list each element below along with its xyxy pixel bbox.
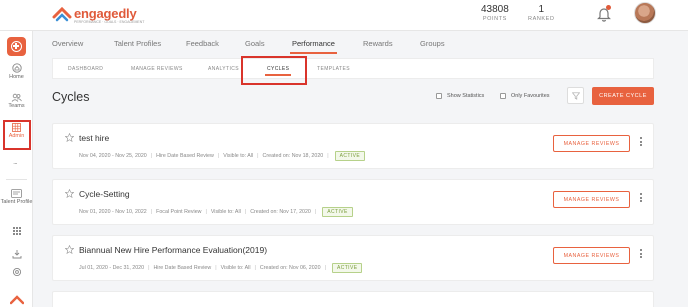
user-avatar[interactable]: [634, 2, 656, 24]
teams-icon: [11, 93, 22, 102]
engagedly-logo-icon: [52, 6, 72, 22]
brand-logo[interactable]: engagedly PERFORMANCE · GOALS · ENGAGEME…: [52, 4, 144, 24]
points-value: 43808: [481, 4, 509, 15]
tab-feedback[interactable]: Feedback: [186, 39, 219, 48]
subtab-dashboard[interactable]: DASHBOARD: [68, 66, 103, 72]
cycle-created: Created on: Nov 18, 2020: [262, 153, 324, 159]
home-icon: [11, 63, 22, 73]
manage-reviews-button[interactable]: MANAGE REVIEWS: [553, 247, 630, 264]
performance-subnav: DASHBOARD MANAGE REVIEWS ANALYTICS CYCLE…: [52, 58, 654, 79]
cycle-card: Biannual New Hire Performance Evaluation…: [52, 235, 654, 281]
checkbox-box[interactable]: [436, 93, 442, 99]
tab-performance[interactable]: Performance: [290, 39, 337, 54]
top-bar: engagedly PERFORMANCE · GOALS · ENGAGEME…: [0, 0, 688, 31]
only-favourites-label: Only Favourites: [511, 93, 550, 99]
brand-tagline: PERFORMANCE · GOALS · ENGAGEMENT: [74, 20, 145, 24]
status-badge: ACTIVE: [331, 263, 363, 273]
manage-reviews-button[interactable]: MANAGE REVIEWS: [553, 135, 630, 152]
create-cycle-button[interactable]: CREATE CYCLE: [592, 87, 654, 105]
tab-goals[interactable]: Goals: [245, 39, 265, 48]
sidebar-item-grid[interactable]: [0, 227, 33, 235]
points-stat[interactable]: 43808 POINTS: [481, 4, 509, 22]
cycle-name[interactable]: Biannual New Hire Performance Evaluation…: [79, 245, 267, 255]
admin-highlight-box: [3, 120, 31, 150]
status-badge: ACTIVE: [334, 151, 366, 161]
subtab-templates[interactable]: TEMPLATES: [317, 66, 350, 72]
show-statistics-checkbox[interactable]: Show Statistics: [436, 93, 484, 99]
cycle-type: Focal Point Review: [156, 209, 202, 215]
cycle-card: test hire Nov 04, 2020 - Nov 25, 2020 | H…: [52, 123, 654, 169]
cycles-highlight-box: [241, 56, 307, 85]
cycle-meta: Nov 01, 2020 - Nov 10, 2022 | Focal Point…: [79, 207, 353, 217]
ranked-stat[interactable]: 1 RANKED: [528, 4, 555, 22]
sidebar-divider: [6, 179, 27, 180]
id-card-icon: [11, 189, 22, 198]
subtab-manage-reviews[interactable]: MANAGE REVIEWS: [131, 66, 183, 72]
show-statistics-label: Show Statistics: [447, 93, 485, 99]
cycle-dates: Nov 04, 2020 - Nov 25, 2020: [79, 153, 147, 159]
more-options-icon[interactable]: [640, 249, 643, 260]
brand-name: engagedly: [74, 5, 137, 21]
points-label: POINTS: [482, 16, 507, 22]
sidebar-label-home: Home: [9, 74, 24, 80]
ranked-value: 1: [538, 4, 545, 15]
more-options-icon[interactable]: [640, 193, 643, 204]
main-nav: Overview Talent Profiles Feedback Goals …: [33, 31, 688, 57]
cycle-visibility: Visible to: All: [220, 265, 251, 271]
notification-dot: [606, 5, 611, 10]
cycle-meta: Nov 04, 2020 - Nov 25, 2020 | Hire Date B…: [79, 151, 366, 161]
manage-reviews-button[interactable]: MANAGE REVIEWS: [553, 191, 630, 208]
engagedly-mini-logo-icon: [10, 295, 24, 305]
sidebar: Home Teams Admin ... Talent Profile: [0, 31, 33, 307]
sidebar-item-talent-profile[interactable]: Talent Profile: [0, 189, 33, 206]
gear-icon: [12, 267, 21, 277]
cycle-type: Hire Date Based Review: [156, 153, 214, 159]
tab-talent-profiles[interactable]: Talent Profiles: [114, 39, 161, 48]
checkbox-box[interactable]: [500, 93, 506, 99]
cycle-type: Hire Date Based Review: [153, 265, 212, 271]
tab-overview[interactable]: Overview: [52, 39, 83, 48]
sidebar-more-icon[interactable]: ...: [13, 157, 18, 166]
cycle-dates: Nov 01, 2020 - Nov 10, 2022: [79, 209, 147, 215]
tab-rewards[interactable]: Rewards: [363, 39, 393, 48]
sidebar-label-teams: Teams: [8, 103, 25, 109]
cycle-visibility: Visible to: All: [223, 153, 254, 159]
cycle-card: [52, 291, 654, 307]
download-icon: [12, 250, 21, 259]
subtab-analytics[interactable]: ANALYTICS: [208, 66, 239, 72]
sidebar-label-talent-profile: Talent Profile: [0, 199, 33, 205]
only-favourites-checkbox[interactable]: Only Favourites: [500, 93, 550, 99]
ranked-label: RANKED: [528, 16, 555, 22]
sidebar-item-teams[interactable]: Teams: [0, 93, 33, 110]
cycle-created: Created on: Nov 06, 2020: [259, 265, 321, 271]
filter-button[interactable]: [567, 87, 584, 104]
cycle-card: Cycle-Setting Nov 01, 2020 - Nov 10, 202…: [52, 179, 654, 225]
favourite-star-icon[interactable]: [65, 189, 74, 198]
favourite-star-icon[interactable]: [65, 245, 74, 254]
filter-icon: [571, 91, 580, 100]
sidebar-item-home[interactable]: Home: [0, 63, 33, 81]
cycle-name[interactable]: test hire: [79, 133, 109, 143]
page-title: Cycles: [52, 90, 90, 104]
more-options-icon[interactable]: [640, 137, 643, 148]
cycle-name[interactable]: Cycle-Setting: [79, 189, 130, 199]
tab-groups[interactable]: Groups: [420, 39, 445, 48]
sidebar-item-settings[interactable]: [0, 267, 33, 277]
favourite-star-icon[interactable]: [65, 133, 74, 142]
plus-circle-icon: [11, 41, 22, 52]
status-badge: ACTIVE: [322, 207, 353, 217]
cycle-dates: Jul 01, 2020 - Dec 31, 2020: [79, 265, 145, 271]
quick-add-button[interactable]: [7, 37, 26, 56]
sidebar-item-download[interactable]: [0, 249, 33, 259]
apps-grid-icon: [12, 227, 21, 235]
cycle-meta: Jul 01, 2020 - Dec 31, 2020 | Hire Date B…: [79, 263, 363, 273]
cycle-visibility: Visible to: All: [210, 209, 241, 215]
cycle-created: Created on: Nov 17, 2020: [250, 209, 311, 215]
